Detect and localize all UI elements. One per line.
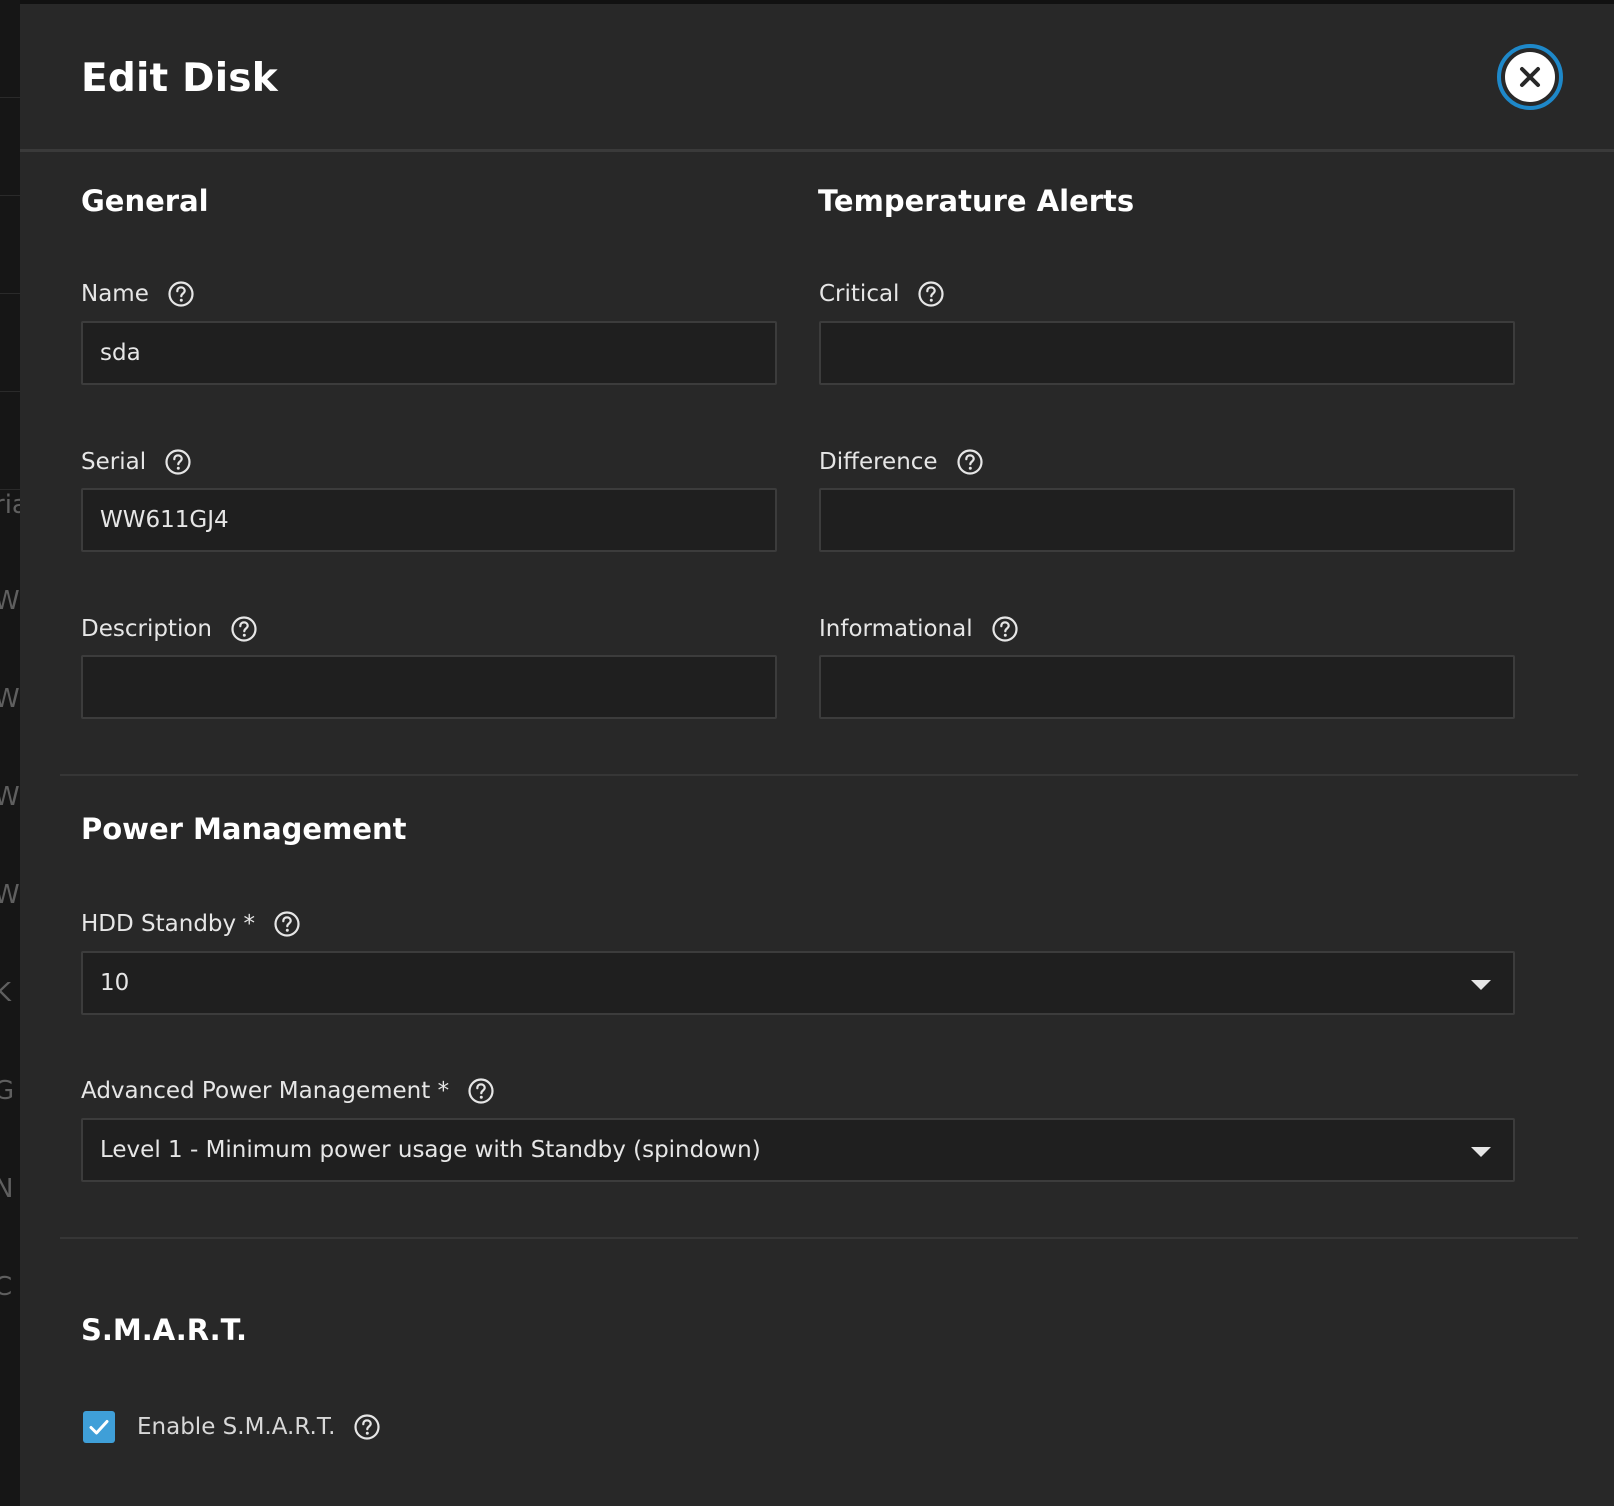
chevron-down-icon xyxy=(1471,1147,1491,1157)
panel-header: Edit Disk xyxy=(20,4,1614,152)
chevron-down-icon xyxy=(1471,980,1491,990)
bg-fragment: C xyxy=(0,1272,13,1302)
apm-label: Advanced Power Management * xyxy=(81,1077,495,1105)
close-icon xyxy=(1520,67,1540,87)
help-icon[interactable] xyxy=(164,448,192,476)
close-button[interactable] xyxy=(1497,44,1563,110)
help-icon[interactable] xyxy=(956,448,984,476)
description-label: Description xyxy=(81,615,258,643)
checkmark-icon xyxy=(89,1420,109,1435)
apm-select[interactable]: Level 1 - Minimum power usage with Stand… xyxy=(81,1118,1515,1182)
description-input[interactable] xyxy=(81,655,777,719)
help-icon[interactable] xyxy=(167,280,195,308)
bg-fragment: ria xyxy=(0,490,20,520)
edit-disk-panel: Edit Disk General Name sda Serial WW611G… xyxy=(20,4,1614,1506)
bg-fragment: W xyxy=(0,880,20,910)
enable-smart-label: Enable S.M.A.R.T. xyxy=(137,1413,381,1441)
difference-label: Difference xyxy=(819,448,984,476)
help-icon[interactable] xyxy=(467,1077,495,1105)
help-icon[interactable] xyxy=(273,910,301,938)
name-input[interactable]: sda xyxy=(81,321,777,385)
section-title-power-management: Power Management xyxy=(81,812,407,846)
help-icon[interactable] xyxy=(917,280,945,308)
background-table-strip: ria W W W W K G N C xyxy=(0,0,20,1506)
critical-label: Critical xyxy=(819,280,945,308)
informational-input[interactable] xyxy=(819,655,1515,719)
bg-fragment: N xyxy=(0,1174,14,1204)
help-icon[interactable] xyxy=(230,615,258,643)
section-title-general: General xyxy=(81,184,209,218)
enable-smart-checkbox[interactable] xyxy=(83,1411,115,1443)
help-icon[interactable] xyxy=(991,615,1019,643)
bg-fragment: W xyxy=(0,684,20,714)
difference-input[interactable] xyxy=(819,488,1515,552)
hdd-standby-label: HDD Standby * xyxy=(81,910,301,938)
bg-fragment: G xyxy=(0,1076,15,1106)
serial-input[interactable]: WW611GJ4 xyxy=(81,488,777,552)
bg-fragment: W xyxy=(0,586,20,616)
help-icon[interactable] xyxy=(353,1413,381,1441)
page-title: Edit Disk xyxy=(81,56,278,101)
section-title-temperature-alerts: Temperature Alerts xyxy=(818,184,1135,218)
bg-fragment: K xyxy=(0,978,12,1008)
section-title-smart: S.M.A.R.T. xyxy=(81,1313,248,1347)
critical-input[interactable] xyxy=(819,321,1515,385)
informational-label: Informational xyxy=(819,615,1019,643)
serial-label: Serial xyxy=(81,448,192,476)
name-label: Name xyxy=(81,280,195,308)
bg-fragment: W xyxy=(0,782,20,812)
section-divider xyxy=(60,774,1578,776)
hdd-standby-select[interactable]: 10 xyxy=(81,951,1515,1015)
section-divider xyxy=(60,1237,1578,1239)
